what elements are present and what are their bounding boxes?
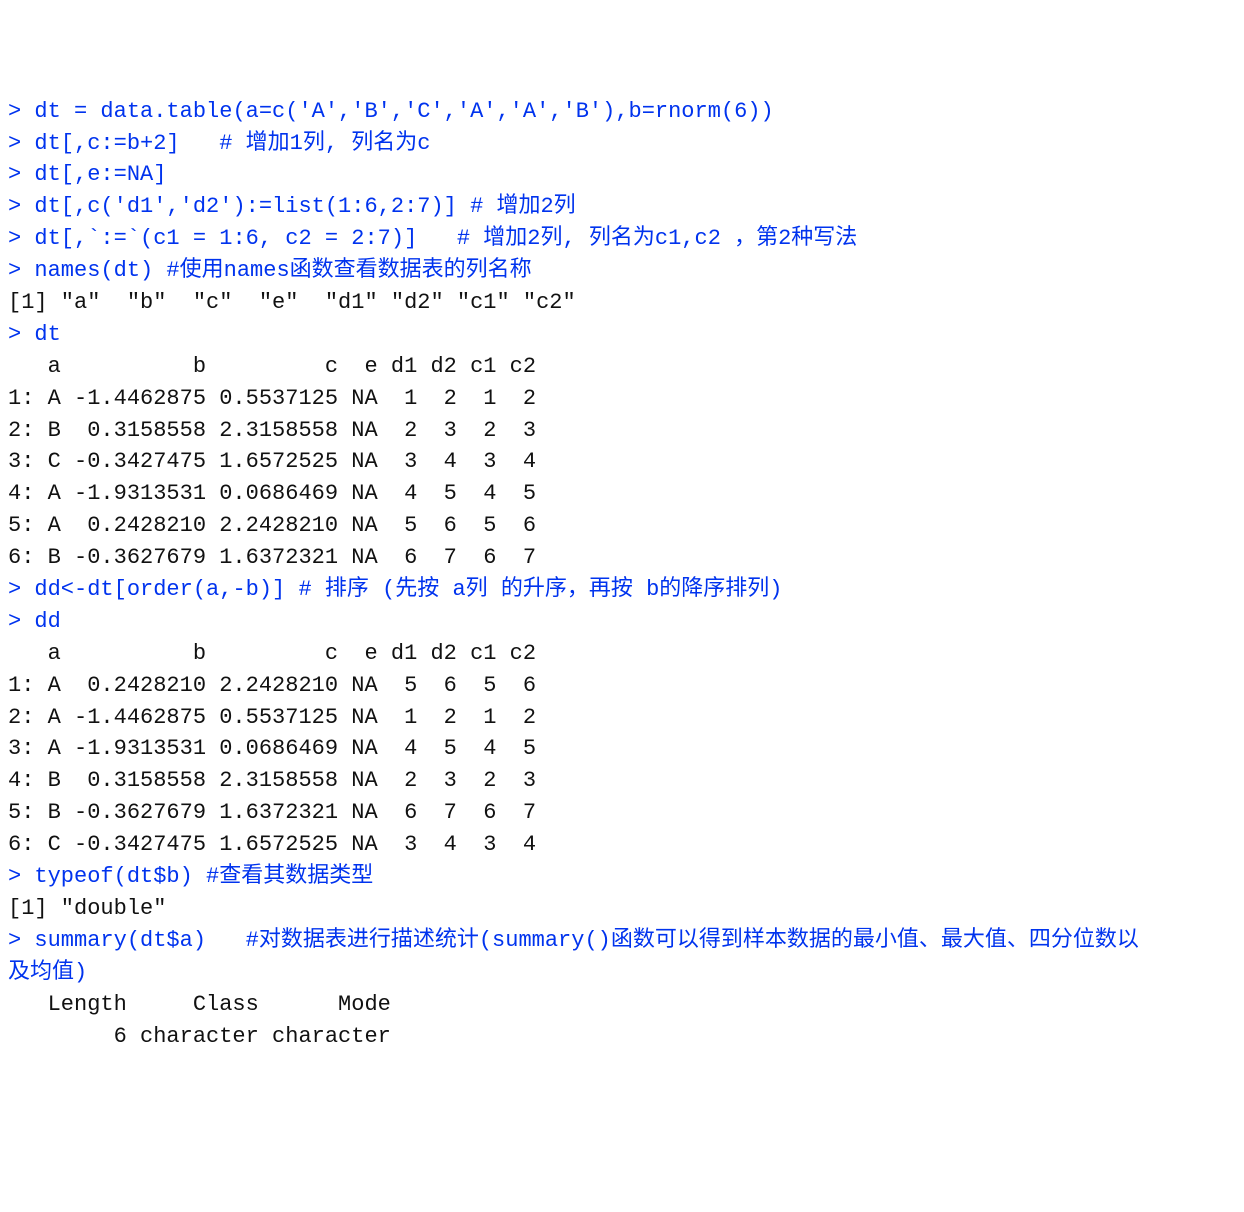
console-prompt: > — [8, 194, 34, 219]
console-out-text: 1: A 0.2428210 2.2428210 NA 5 6 5 6 — [8, 673, 536, 698]
console-out-line: Length Class Mode — [8, 989, 1236, 1021]
console-out-text: [1] "double" — [8, 896, 166, 921]
console-cmd-text: summary(dt$a) #对数据表进行描述统计(summary()函数可以得… — [34, 928, 1138, 953]
console-cmd-text: dt — [34, 322, 60, 347]
console-out-line: 5: A 0.2428210 2.2428210 NA 5 6 5 6 — [8, 510, 1236, 542]
console-prompt: > — [8, 322, 34, 347]
console-out-line: 6 character character — [8, 1021, 1236, 1053]
console-out-text: 3: C -0.3427475 1.6572525 NA 3 4 3 4 — [8, 449, 536, 474]
console-prompt: > — [8, 226, 34, 251]
console-out-text: 6: B -0.3627679 1.6372321 NA 6 7 6 7 — [8, 545, 536, 570]
console-cmd-line: 及均值) — [8, 957, 1236, 989]
console-out-text: 2: B 0.3158558 2.3158558 NA 2 3 2 3 — [8, 418, 536, 443]
console-cmd-text: dt[,c('d1','d2'):=list(1:6,2:7)] # 增加2列 — [34, 194, 575, 219]
console-out-text: 2: A -1.4462875 0.5537125 NA 1 2 1 2 — [8, 705, 536, 730]
console-out-line: [1] "double" — [8, 893, 1236, 925]
console-out-text: [1] "a" "b" "c" "e" "d1" "d2" "c1" "c2" — [8, 290, 576, 315]
console-out-line: a b c e d1 d2 c1 c2 — [8, 351, 1236, 383]
console-prompt: > — [8, 609, 34, 634]
console-cmd-text: dt[,e:=NA] — [34, 162, 166, 187]
console-out-line: 2: A -1.4462875 0.5537125 NA 1 2 1 2 — [8, 702, 1236, 734]
console-cmd-line: > dt[,c('d1','d2'):=list(1:6,2:7)] # 增加2… — [8, 191, 1236, 223]
console-out-text: 6: C -0.3427475 1.6572525 NA 3 4 3 4 — [8, 832, 536, 857]
console-out-text: 4: A -1.9313531 0.0686469 NA 4 5 4 5 — [8, 481, 536, 506]
console-out-text: Length Class Mode — [8, 992, 404, 1017]
console-out-line: 5: B -0.3627679 1.6372321 NA 6 7 6 7 — [8, 797, 1236, 829]
console-cmd-line: > dt — [8, 319, 1236, 351]
console-out-line: a b c e d1 d2 c1 c2 — [8, 638, 1236, 670]
console-out-text: a b c e d1 d2 c1 c2 — [8, 354, 536, 379]
r-console: > dt = data.table(a=c('A','B','C','A','A… — [8, 96, 1236, 1053]
console-cmd-text: typeof(dt$b) #查看其数据类型 — [34, 864, 373, 889]
console-prompt: > — [8, 99, 34, 124]
console-out-line: 2: B 0.3158558 2.3158558 NA 2 3 2 3 — [8, 415, 1236, 447]
console-cmd-line: > dt[,`:=`(c1 = 1:6, c2 = 2:7)] # 增加2列, … — [8, 223, 1236, 255]
console-out-line: 4: A -1.9313531 0.0686469 NA 4 5 4 5 — [8, 478, 1236, 510]
console-out-line: 3: A -1.9313531 0.0686469 NA 4 5 4 5 — [8, 733, 1236, 765]
console-cmd-text: names(dt) #使用names函数查看数据表的列名称 — [34, 258, 531, 283]
console-cmd-line: > names(dt) #使用names函数查看数据表的列名称 — [8, 255, 1236, 287]
console-cmd-line: > dt = data.table(a=c('A','B','C','A','A… — [8, 96, 1236, 128]
console-cmd-line: > typeof(dt$b) #查看其数据类型 — [8, 861, 1236, 893]
console-cmd-line: > dt[,c:=b+2] # 增加1列, 列名为c — [8, 128, 1236, 160]
console-out-text: 6 character character — [8, 1024, 404, 1049]
console-out-text: 5: B -0.3627679 1.6372321 NA 6 7 6 7 — [8, 800, 536, 825]
console-out-text: 5: A 0.2428210 2.2428210 NA 5 6 5 6 — [8, 513, 536, 538]
console-out-text: a b c e d1 d2 c1 c2 — [8, 641, 536, 666]
console-cmd-line: > dd — [8, 606, 1236, 638]
console-cmd-text: dd — [34, 609, 60, 634]
console-out-text: 1: A -1.4462875 0.5537125 NA 1 2 1 2 — [8, 386, 536, 411]
console-out-line: [1] "a" "b" "c" "e" "d1" "d2" "c1" "c2" — [8, 287, 1236, 319]
console-out-line: 6: C -0.3427475 1.6572525 NA 3 4 3 4 — [8, 829, 1236, 861]
console-out-line: 4: B 0.3158558 2.3158558 NA 2 3 2 3 — [8, 765, 1236, 797]
console-cmd-line: > dt[,e:=NA] — [8, 159, 1236, 191]
console-cmd-line: > summary(dt$a) #对数据表进行描述统计(summary()函数可… — [8, 925, 1236, 957]
console-out-line: 1: A 0.2428210 2.2428210 NA 5 6 5 6 — [8, 670, 1236, 702]
console-prompt: > — [8, 131, 34, 156]
console-out-line: 1: A -1.4462875 0.5537125 NA 1 2 1 2 — [8, 383, 1236, 415]
console-out-text: 3: A -1.9313531 0.0686469 NA 4 5 4 5 — [8, 736, 536, 761]
console-out-line: 3: C -0.3427475 1.6572525 NA 3 4 3 4 — [8, 446, 1236, 478]
console-cmd-text: dt = data.table(a=c('A','B','C','A','A',… — [34, 99, 773, 124]
console-cmd-line: > dd<-dt[order(a,-b)] # 排序 (先按 a列 的升序，再按… — [8, 574, 1236, 606]
console-prompt: > — [8, 162, 34, 187]
console-out-text: 4: B 0.3158558 2.3158558 NA 2 3 2 3 — [8, 768, 536, 793]
console-cmd-text: dt[,`:=`(c1 = 1:6, c2 = 2:7)] # 增加2列, 列名… — [34, 226, 857, 251]
console-prompt: > — [8, 577, 34, 602]
console-cmd-text: dt[,c:=b+2] # 增加1列, 列名为c — [34, 131, 430, 156]
console-cmd-text: 及均值) — [8, 960, 87, 985]
console-prompt: > — [8, 928, 34, 953]
console-prompt: > — [8, 258, 34, 283]
console-prompt: > — [8, 864, 34, 889]
console-cmd-text: dd<-dt[order(a,-b)] # 排序 (先按 a列 的升序，再按 b… — [34, 577, 782, 602]
console-out-line: 6: B -0.3627679 1.6372321 NA 6 7 6 7 — [8, 542, 1236, 574]
